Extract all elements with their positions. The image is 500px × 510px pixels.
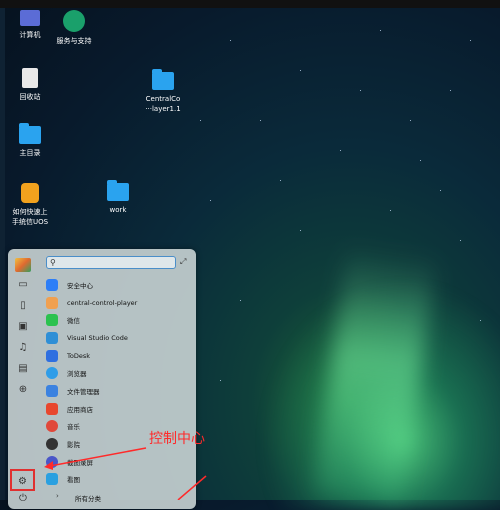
annotation-arrows: [44, 447, 207, 500]
